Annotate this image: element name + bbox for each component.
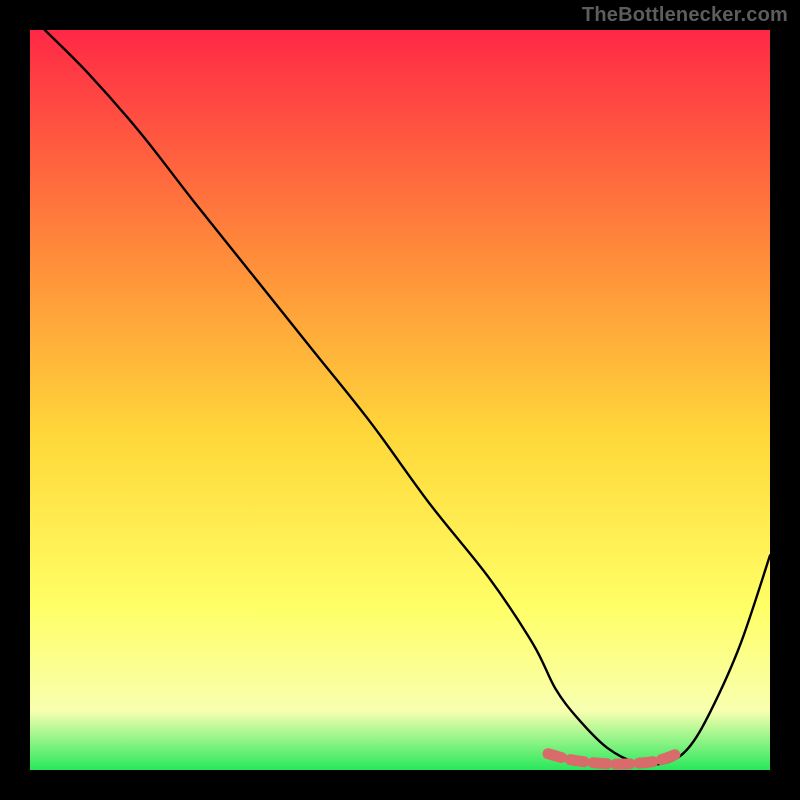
chart-container: TheBottlenecker.com bbox=[0, 0, 800, 800]
watermark-text: TheBottlenecker.com bbox=[582, 4, 788, 27]
chart-svg bbox=[0, 0, 800, 800]
gradient-background bbox=[30, 30, 770, 770]
